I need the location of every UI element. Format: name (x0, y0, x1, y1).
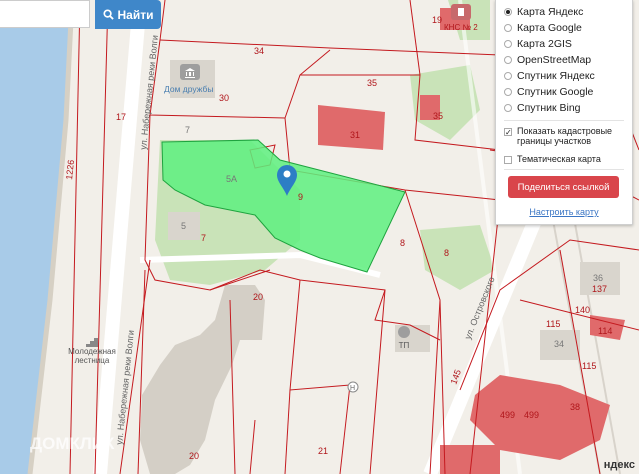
parcel-number: 8 (400, 238, 405, 248)
power-icon (398, 326, 410, 338)
layer-option-google-satellite[interactable]: Спутник Google (504, 86, 593, 98)
parcel-number: 9 (298, 192, 303, 202)
parcel-number: 30 (219, 93, 229, 103)
poi-dom-druzhby[interactable]: Дом дружбы (164, 64, 213, 94)
search-button-label: Найти (117, 7, 154, 22)
parcel-number: 114 (598, 326, 612, 336)
layer-option-label: Карта Яндекс (517, 6, 584, 18)
poi-kns[interactable]: КНС № 2 (444, 4, 478, 32)
parcel-number: 115 (582, 361, 596, 371)
parcel-number: 20 (189, 451, 199, 461)
parcel-number: 17 (116, 112, 126, 122)
parcel-number: 8 (444, 248, 449, 258)
building-icon (450, 4, 471, 20)
radio-icon (504, 72, 512, 80)
building-red (318, 105, 385, 150)
checkbox-icon (504, 156, 512, 164)
checkbox-checked-icon: ✓ (504, 128, 512, 137)
thematic-checkbox-label: Тематическая карта (517, 154, 601, 164)
map-brand-label[interactable]: ндекс (604, 459, 635, 471)
parcel-number: 21 (318, 446, 328, 456)
poi-label: КНС № 2 (444, 23, 478, 32)
layer-option-2gis-map[interactable]: Карта 2GIS (504, 38, 572, 50)
poi-label: Дом дружбы (164, 84, 214, 94)
radio-icon (504, 40, 512, 48)
parcel-number: 19 (432, 15, 442, 25)
parcel-number: 35 (433, 111, 443, 121)
parcel-number: 34 (254, 46, 264, 56)
layer-option-bing-satellite[interactable]: Спутник Bing (504, 102, 581, 114)
parcel-number: 31 (350, 130, 360, 140)
search-icon (102, 9, 114, 20)
radio-icon (504, 56, 512, 64)
parcel-number: 137 (592, 284, 607, 294)
search-input[interactable] (0, 0, 90, 28)
poi-label: Молодежная лестница (68, 347, 116, 365)
layer-option-label: OpenStreetMap (517, 54, 592, 66)
layers-panel: Карта Яндекс Карта Google Карта 2GIS Ope… (495, 0, 633, 225)
cadastral-checkbox[interactable]: ✓ Показать кадастровые границы участков (504, 126, 626, 146)
stairs-icon (86, 334, 98, 347)
poi-tp[interactable]: ТП (398, 326, 410, 350)
museum-icon (180, 64, 200, 80)
share-link-button[interactable]: Поделиться ссылкой (508, 176, 619, 198)
setup-map-link[interactable]: Настроить карту (496, 207, 632, 217)
layer-option-label: Спутник Bing (517, 102, 581, 114)
parcel-number: 36 (593, 273, 603, 283)
building-number: 7 (185, 125, 190, 135)
parcel-number: 5 (181, 221, 186, 231)
parcel-number: 7 (201, 233, 206, 243)
parcel-number: 1226 (64, 159, 76, 180)
search-button[interactable]: Найти (95, 0, 161, 29)
parcel-number: 34 (554, 339, 564, 349)
radio-icon (504, 88, 512, 96)
parcel-number: 115 (546, 319, 560, 329)
radio-icon (504, 24, 512, 32)
layer-option-label: Спутник Яндекс (517, 70, 595, 82)
poi-label: ТП (398, 341, 410, 350)
layer-option-label: Карта Google (517, 22, 582, 34)
watermark: ДОМКЛИК (30, 434, 115, 453)
parcel-number: 5А (226, 174, 237, 184)
radio-icon (504, 104, 512, 112)
layer-option-yandex-map[interactable]: Карта Яндекс (504, 6, 583, 18)
parcel-number: 499 (524, 410, 539, 420)
layer-option-google-map[interactable]: Карта Google (504, 22, 582, 34)
layer-option-yandex-satellite[interactable]: Спутник Яндекс (504, 70, 595, 82)
parcel-number: 140 (575, 305, 590, 315)
radio-icon (504, 8, 512, 16)
cadastral-checkbox-label: Показать кадастровые границы участков (517, 126, 613, 146)
layer-option-label: Спутник Google (517, 86, 594, 98)
parcel-number: 20 (253, 292, 263, 302)
divider (504, 120, 624, 121)
parcel-number: 35 (367, 78, 377, 88)
thematic-checkbox[interactable]: Тематическая карта (504, 154, 601, 164)
parcel-number: 499 (500, 410, 515, 420)
layer-option-osm[interactable]: OpenStreetMap (504, 54, 591, 66)
svg-text:H: H (350, 385, 355, 392)
layer-option-label: Карта 2GIS (517, 38, 572, 50)
poi-ladder[interactable]: Молодежная лестница (62, 334, 122, 365)
divider (504, 169, 624, 170)
parcel-number: 38 (570, 402, 580, 412)
